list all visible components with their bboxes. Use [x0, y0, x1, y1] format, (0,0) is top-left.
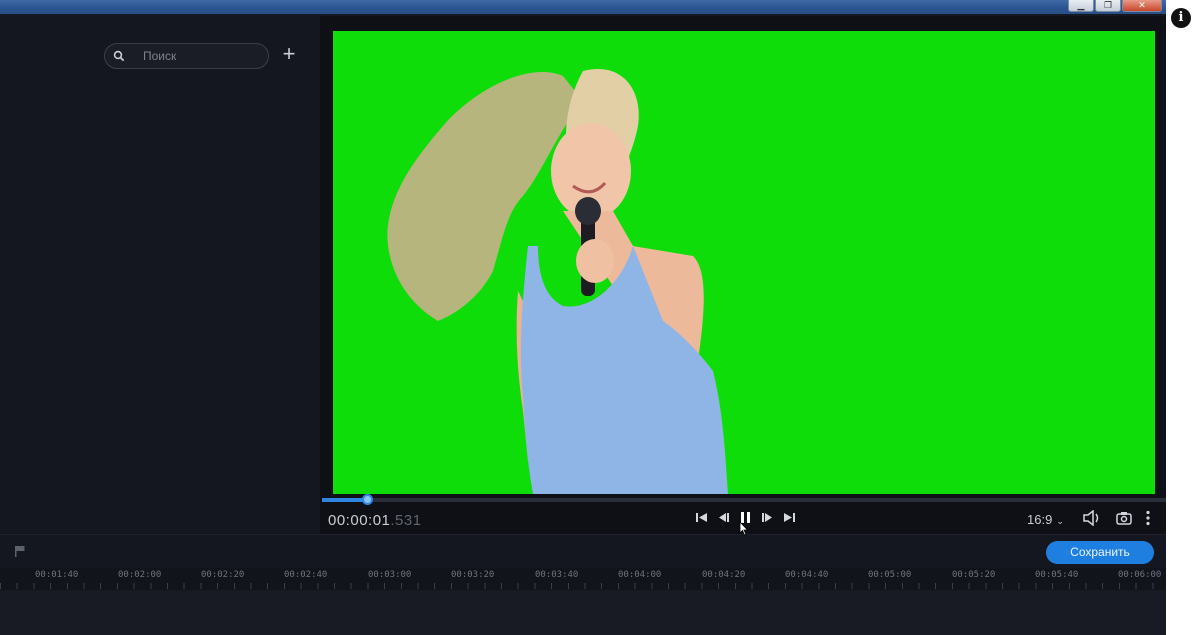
- ruler-label: 00:04:40: [785, 570, 829, 580]
- ruler-label: 00:06:00: [1118, 570, 1162, 580]
- search-icon: [113, 50, 125, 62]
- ruler-ticks: [0, 583, 1166, 589]
- ruler-label: 00:04:20: [702, 570, 746, 580]
- ruler-label: 00:02:00: [118, 570, 162, 580]
- add-media-button[interactable]: +: [278, 43, 300, 67]
- skip-to-start-button[interactable]: [694, 508, 708, 526]
- ruler-label: 00:01:40: [35, 570, 79, 580]
- video-content-image: [387, 69, 728, 494]
- ruler-label: 00:02:40: [284, 570, 328, 580]
- ruler-label: 00:05:20: [952, 570, 996, 580]
- next-frame-icon: [761, 512, 772, 522]
- search-placeholder: Поиск: [143, 49, 177, 63]
- skip-to-end-button[interactable]: [782, 508, 796, 526]
- player-preview: [320, 16, 1166, 534]
- ruler-label: 00:05:40: [1035, 570, 1079, 580]
- window-controls: ▁ ❐ ✕: [1068, 0, 1162, 12]
- search-input[interactable]: Поиск: [104, 43, 269, 69]
- media-panel: Поиск +: [0, 16, 320, 534]
- timecode-main: 00:00:01: [328, 512, 391, 529]
- scrubber-handle[interactable]: [362, 494, 373, 505]
- save-button[interactable]: Сохранить: [1046, 541, 1154, 564]
- browser-side-strip: [1166, 0, 1200, 635]
- next-frame-button[interactable]: [760, 508, 774, 526]
- skip-to-end-icon: [783, 512, 795, 522]
- more-options-icon[interactable]: [1145, 510, 1151, 526]
- ruler-label: 00:03:00: [368, 570, 412, 580]
- flag-icon[interactable]: [14, 545, 26, 557]
- minimize-button[interactable]: ▁: [1068, 0, 1094, 12]
- previous-frame-icon: [718, 512, 729, 522]
- chevron-down-icon: ⌄: [1056, 516, 1064, 526]
- volume-icon[interactable]: [1083, 510, 1101, 526]
- aspect-ratio-select[interactable]: 16:9 ⌄: [1027, 512, 1064, 527]
- ruler-label: 00:02:20: [201, 570, 245, 580]
- timeline-track[interactable]: [0, 590, 1166, 635]
- previous-frame-button[interactable]: [716, 508, 730, 526]
- camera-icon[interactable]: [1116, 511, 1132, 525]
- playback-scrubber[interactable]: [322, 498, 1166, 502]
- ruler-label: 00:04:00: [618, 570, 662, 580]
- timeline-toolbar: [0, 534, 1166, 570]
- restore-button[interactable]: ❐: [1095, 0, 1121, 12]
- timecode-display: 00:00:01.531: [328, 512, 422, 529]
- window-titlebar: ▁ ❐ ✕: [0, 0, 1166, 14]
- skip-to-start-icon: [695, 512, 707, 522]
- ruler-label: 00:05:00: [868, 570, 912, 580]
- mouse-cursor-icon: [739, 521, 749, 536]
- ruler-label: 00:03:40: [535, 570, 579, 580]
- scrubber-progress: [322, 498, 367, 502]
- timecode-fraction: .531: [390, 512, 422, 529]
- timeline-ruler[interactable]: 00:01:40 00:02:00 00:02:20 00:02:40 00:0…: [0, 568, 1166, 590]
- close-button[interactable]: ✕: [1122, 0, 1162, 12]
- ruler-label: 00:03:20: [451, 570, 495, 580]
- info-icon[interactable]: i: [1171, 8, 1191, 28]
- video-frame[interactable]: [333, 31, 1155, 494]
- aspect-ratio-value: 16:9: [1027, 512, 1053, 527]
